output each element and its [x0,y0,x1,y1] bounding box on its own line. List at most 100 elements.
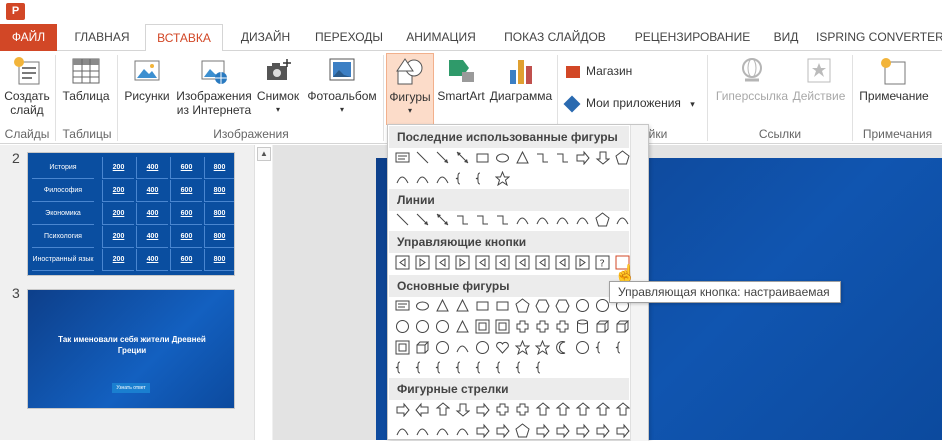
shape-oval-icon[interactable] [494,149,511,166]
shape-line-icon[interactable] [414,149,431,166]
action-button[interactable]: Действие [791,56,847,103]
tab-view[interactable]: ВИД [766,24,806,51]
scroll-up-icon[interactable]: ▲ [257,147,271,161]
smartart-button[interactable]: SmartArt [436,56,486,103]
shape-curve-icon[interactable] [434,170,451,187]
tab-animation[interactable]: АНИМАЦИЯ [396,24,486,51]
slide-thumbnail-2[interactable]: История 200 400 600 800 Философия 200 400 600 800… [27,152,235,276]
shape-text-icon[interactable] [394,149,411,166]
basic-tri-icon[interactable] [454,318,471,335]
basic-cross-icon[interactable] [534,318,551,335]
photo-album-button[interactable]: Фотоальбом ▾ [302,56,382,117]
shape-arr-icon[interactable] [434,149,451,166]
arrow-cross-icon[interactable] [514,401,531,418]
basic-tri-icon[interactable] [434,297,451,314]
arrow-uarrow-icon[interactable] [534,401,551,418]
basic-circ-icon[interactable] [434,318,451,335]
shape-tri-icon[interactable] [514,149,531,166]
action-button-btn-icon[interactable] [474,254,491,271]
basic-frame-icon[interactable] [474,318,491,335]
screenshot-button[interactable]: Снимок ▾ [255,56,301,117]
arrow-rarrow-icon[interactable] [594,422,611,439]
grid-value[interactable]: 400 [136,180,168,202]
arrow-rarrow-icon[interactable] [474,422,491,439]
basic-circ-icon[interactable] [434,339,451,356]
online-pictures-button[interactable]: Изображения из Интернета [174,56,254,117]
arrow-uarrow-icon[interactable] [574,401,591,418]
tab-transitions[interactable]: ПЕРЕХОДЫ [306,24,392,51]
line-curve-icon[interactable] [614,211,631,228]
arrow-larrow-icon[interactable] [414,401,431,418]
arrow-pent-icon[interactable] [514,422,531,439]
shape-brace-icon[interactable] [474,170,491,187]
basic-oval-icon[interactable] [414,297,431,314]
basic-cube-icon[interactable] [594,318,611,335]
line-dbl-icon[interactable] [434,211,451,228]
line-elbow-icon[interactable] [474,211,491,228]
shape-elbow-icon[interactable] [534,149,551,166]
action-button-btn-icon[interactable] [554,254,571,271]
basic-pent-icon[interactable] [514,297,531,314]
shape-curve-icon[interactable] [394,170,411,187]
line-curve-icon[interactable] [514,211,531,228]
shape-pent-icon[interactable] [614,149,631,166]
action-button-btn-icon[interactable] [534,254,551,271]
basic-circ-icon[interactable] [474,339,491,356]
shape-rarrow-icon[interactable] [574,149,591,166]
arrow-darrow-icon[interactable] [454,401,471,418]
grid-value[interactable]: 200 [102,157,134,179]
action-button-btn-icon[interactable] [494,254,511,271]
grid-value[interactable]: 200 [102,249,134,271]
action-button-btnr-icon[interactable] [574,254,591,271]
action-button-btnq-icon[interactable]: ? [594,254,611,271]
shape-rect-icon[interactable] [474,149,491,166]
basic-heart-icon[interactable] [494,339,511,356]
grid-value[interactable]: 400 [136,157,168,179]
basic-brace-icon[interactable] [594,339,611,356]
basic-brace-icon[interactable] [494,359,511,376]
grid-value[interactable]: 200 [102,180,134,202]
arrow-uarrow-icon[interactable] [554,401,571,418]
action-button-btn-icon[interactable] [394,254,411,271]
arrow-rarrow-icon[interactable] [574,422,591,439]
grid-value[interactable]: 600 [170,249,202,271]
action-button-btnr-icon[interactable] [454,254,471,271]
grid-value[interactable]: 800 [204,249,234,271]
grid-value[interactable]: 400 [136,226,168,248]
arrow-rarrow-icon[interactable] [494,422,511,439]
grid-value[interactable]: 200 [102,203,134,225]
grid-value[interactable]: 400 [136,203,168,225]
arrow-rarrow-icon[interactable] [474,401,491,418]
grid-value[interactable]: 600 [170,180,202,202]
basic-brace-icon[interactable] [434,359,451,376]
arrow-curve-icon[interactable] [454,422,471,439]
shape-brace-icon[interactable] [454,170,471,187]
line-arr-icon[interactable] [414,211,431,228]
arrow-cross-icon[interactable] [494,401,511,418]
basic-curve-icon[interactable] [454,339,471,356]
pictures-button[interactable]: Рисунки [121,56,173,103]
arrow-curve-icon[interactable] [414,422,431,439]
shape-darrow-icon[interactable] [594,149,611,166]
grid-value[interactable]: 800 [204,226,234,248]
comment-button[interactable]: Примечание [856,56,932,103]
shape-curve-icon[interactable] [414,170,431,187]
basic-hex-icon[interactable] [554,297,571,314]
basic-cross-icon[interactable] [514,318,531,335]
arrow-rarrow-icon[interactable] [554,422,571,439]
basic-brace-icon[interactable] [414,359,431,376]
basic-brace-icon[interactable] [614,339,631,356]
basic-rect-icon[interactable] [494,297,511,314]
shapes-button[interactable]: Фигуры ▾ [386,53,434,125]
basic-hex-icon[interactable] [534,297,551,314]
grid-value[interactable]: 600 [170,203,202,225]
grid-value[interactable]: 400 [136,249,168,271]
basic-brace-icon[interactable] [394,359,411,376]
tab-design[interactable]: ДИЗАЙН [228,24,303,51]
grid-value[interactable]: 600 [170,157,202,179]
basic-circ-icon[interactable] [414,318,431,335]
arrow-uarrow-icon[interactable] [434,401,451,418]
chart-button[interactable]: Диаграмма [488,56,554,103]
basic-brace-icon[interactable] [514,359,531,376]
arrow-curve-icon[interactable] [434,422,451,439]
